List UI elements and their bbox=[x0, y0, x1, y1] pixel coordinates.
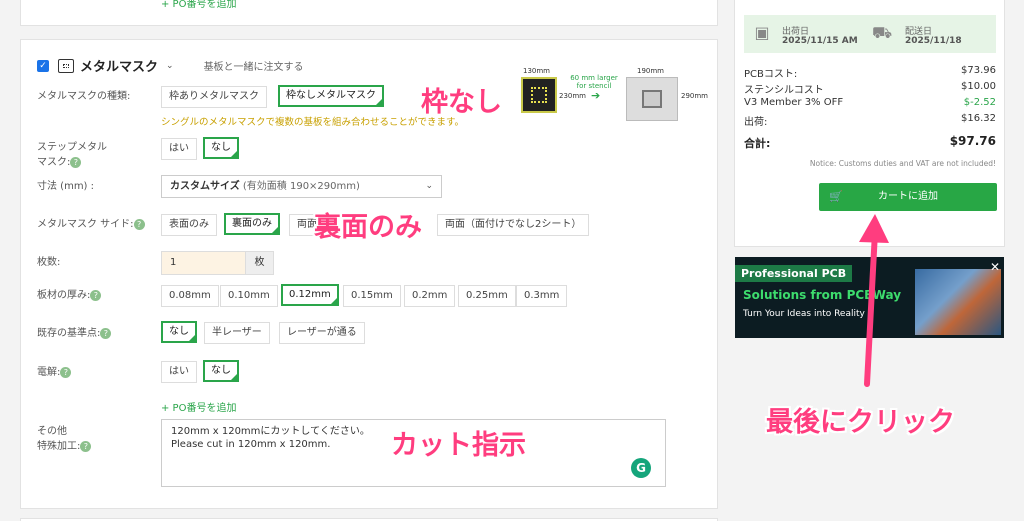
stencil-subtitle: 基板と一緒に注文する bbox=[203, 62, 304, 73]
annotation-frameless: 枠なし bbox=[421, 87, 502, 118]
price-row-shipping: 出荷: $16.32 bbox=[744, 113, 996, 128]
fiducial-option-none[interactable]: なし bbox=[161, 321, 197, 343]
side-option-both-separate[interactable]: 両面（面付けでなし2シート） bbox=[437, 214, 590, 236]
option-frameless-stencil[interactable]: 枠なしメタルマスク bbox=[278, 85, 384, 107]
banner-line-1: Professional PCB bbox=[735, 265, 853, 282]
other-label: その他 特殊加工:? bbox=[37, 424, 92, 454]
fiducial-option-half-laser[interactable]: 半レーザー bbox=[204, 322, 270, 344]
help-icon[interactable]: ? bbox=[90, 289, 102, 301]
type-label: メタルマスクの種類: bbox=[37, 91, 131, 102]
add-to-cart-button[interactable]: 🛒 カートに追加 bbox=[819, 183, 997, 211]
help-icon[interactable]: ? bbox=[70, 156, 82, 168]
price-row-stencil: ステンシルコスト $10.00 bbox=[744, 81, 996, 96]
price-row-discount: V3 Member 3% OFF $-2.52 bbox=[744, 97, 996, 108]
chevron-down-icon[interactable]: ⌄ bbox=[166, 61, 174, 71]
diagram-note-1: 60 mm larger bbox=[570, 74, 618, 82]
qty-input[interactable]: 1 枚 bbox=[161, 251, 274, 275]
thickness-label: 板材の厚み:? bbox=[37, 288, 102, 303]
help-icon[interactable]: ? bbox=[80, 440, 92, 452]
ship-info: ▣ 出荷日 2025/11/15 AM ⛟ 配送日 2025/11/18 bbox=[744, 15, 996, 53]
stencil-title: メタルマスク bbox=[80, 60, 159, 75]
cart-icon: 🛒 bbox=[829, 190, 843, 203]
side-option-bottom[interactable]: 裏面のみ bbox=[224, 213, 280, 235]
help-icon[interactable]: ? bbox=[100, 327, 112, 339]
stencil-diagram bbox=[626, 77, 678, 121]
previous-section-card: + PO番号を追加 bbox=[20, 0, 718, 26]
diagram-width-2: 190mm bbox=[637, 67, 664, 75]
annotation-back-only: 裏面のみ bbox=[314, 212, 422, 243]
annotation-click-last: 最後にクリック bbox=[766, 407, 955, 438]
order-summary: ▣ 出荷日 2025/11/15 AM ⛟ 配送日 2025/11/18 PCB… bbox=[734, 0, 1005, 247]
box-icon: ▣ bbox=[754, 23, 770, 42]
qty-unit: 枚 bbox=[245, 252, 273, 274]
electro-option-no[interactable]: なし bbox=[203, 360, 239, 382]
chevron-down-icon: ⌄ bbox=[425, 181, 433, 191]
option-framed-stencil[interactable]: 枠ありメタルマスク bbox=[161, 86, 267, 108]
electro-option-yes[interactable]: はい bbox=[161, 361, 197, 383]
side-option-top[interactable]: 表面のみ bbox=[161, 214, 217, 236]
electro-label: 電解:? bbox=[37, 365, 72, 380]
diagram-width-1: 130mm bbox=[523, 67, 550, 75]
annotation-cut: カット指示 bbox=[391, 430, 526, 461]
step-option-yes[interactable]: はい bbox=[161, 138, 197, 160]
side-label: メタルマスク サイド:? bbox=[37, 217, 145, 232]
pcb-image bbox=[915, 269, 1001, 335]
fiducial-option-laser-through[interactable]: レーザーが通る bbox=[279, 322, 365, 344]
thickness-option[interactable]: 0.3mm bbox=[516, 285, 568, 307]
step-option-no[interactable]: なし bbox=[203, 137, 239, 159]
total-row: 合計: $97.76 bbox=[744, 134, 996, 150]
type-hint: シングルのメタルマスクで複数の基板を組み合わせることができます。 bbox=[161, 117, 465, 128]
customs-notice: Notice: Customs duties and VAT are not i… bbox=[809, 159, 996, 168]
stencil-header: ✓ メタルマスク ⌄ 基板と一緒に注文する bbox=[37, 56, 304, 75]
price-row-pcb: PCBコスト: $73.96 bbox=[744, 65, 996, 80]
diagram-height-1: 230mm bbox=[559, 92, 586, 100]
thickness-option[interactable]: 0.25mm bbox=[458, 285, 516, 307]
stencil-icon bbox=[58, 58, 74, 73]
thickness-option-selected[interactable]: 0.12mm bbox=[281, 284, 339, 306]
close-icon[interactable]: ✕ bbox=[990, 260, 1000, 274]
annotation-arrow bbox=[859, 214, 889, 387]
arrow-right-icon: ➔ bbox=[591, 89, 601, 102]
thickness-option[interactable]: 0.10mm bbox=[220, 285, 278, 307]
thickness-option[interactable]: 0.2mm bbox=[404, 285, 456, 307]
grammarly-icon[interactable]: G bbox=[631, 458, 651, 478]
add-po-link-top[interactable]: + PO番号を追加 bbox=[161, 0, 236, 10]
help-icon[interactable]: ? bbox=[60, 366, 72, 378]
size-select[interactable]: カスタムサイズ (有効面積 190×290mm) ⌄ bbox=[161, 175, 442, 198]
fiducial-label: 既存の基準点:? bbox=[37, 326, 112, 341]
help-icon[interactable]: ? bbox=[133, 218, 145, 230]
delivery-icon: ⛟ bbox=[872, 23, 893, 42]
qty-label: 枚数: bbox=[37, 257, 61, 268]
stencil-size-diagram: 130mm 230mm 60 mm larger for stencil ➔ 1… bbox=[499, 67, 709, 123]
thickness-option[interactable]: 0.15mm bbox=[343, 285, 401, 307]
diagram-height-2: 290mm bbox=[681, 92, 708, 100]
stencil-checkbox[interactable]: ✓ bbox=[37, 59, 49, 72]
ship-date: 2025/11/15 AM bbox=[782, 36, 858, 46]
pcb-diagram bbox=[521, 77, 557, 113]
add-po-link[interactable]: + PO番号を追加 bbox=[161, 399, 236, 414]
thickness-option[interactable]: 0.08mm bbox=[161, 285, 219, 307]
stencil-section: ✓ メタルマスク ⌄ 基板と一緒に注文する メタルマスクの種類: 枠ありメタルマ… bbox=[20, 39, 718, 509]
step-label: ステップメタル マスク:? bbox=[37, 142, 107, 168]
size-label: 寸法 (mm) : bbox=[37, 181, 95, 192]
deliver-date: 2025/11/18 bbox=[905, 36, 962, 46]
